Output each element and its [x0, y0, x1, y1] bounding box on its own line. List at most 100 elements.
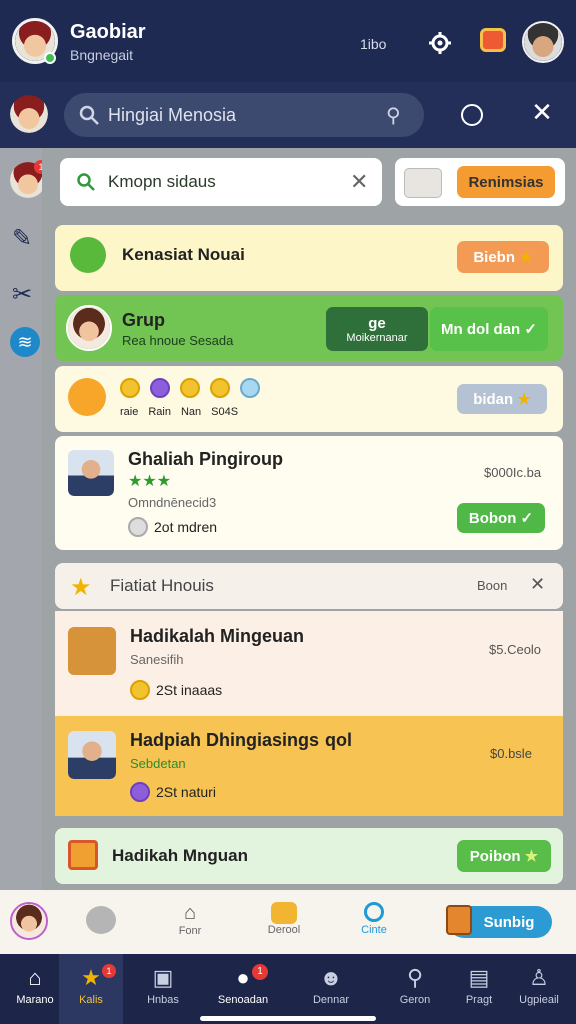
nav-badge: 1 [252, 964, 268, 980]
tools-icon[interactable]: ✂ [12, 280, 32, 309]
emoji-label: Rain [148, 406, 171, 418]
star-icon: ★ [519, 249, 533, 266]
search-avatar[interactable] [10, 95, 48, 133]
emoji-icon[interactable] [120, 378, 140, 398]
search-icon: ⚲ [406, 965, 424, 990]
nav-ugpieail[interactable]: ♙ Ugpieail [507, 954, 571, 1024]
ring-icon [364, 902, 384, 922]
chat-icon [70, 237, 106, 273]
nav-badge: 1 [102, 964, 116, 978]
nav-home[interactable]: ⌂ Marano [3, 954, 67, 1024]
voice-icon[interactable]: ⚲ [386, 103, 401, 128]
rating-stars: ★★★ [128, 473, 172, 490]
coin-icon [130, 680, 150, 700]
gift-sub: Omndnēnecid3 [128, 495, 217, 510]
emoji-label: Nan [180, 406, 202, 418]
toolbar-item-label: Cinte [361, 924, 387, 936]
emoji-icon[interactable] [180, 378, 200, 398]
list-item-image [68, 627, 116, 675]
filter-input[interactable]: Kmopn sidaus ✕ [60, 158, 382, 206]
online-dot [44, 52, 56, 64]
nav-label: Ugpieail [519, 994, 559, 1006]
footer-title: Hadikah Mnguan [112, 846, 249, 865]
section-right[interactable]: Boon [477, 578, 507, 593]
chest-icon [446, 905, 472, 935]
nav-label: Hnbas [147, 994, 179, 1006]
gift-coins: 2ot mdren [128, 517, 217, 537]
app-subtitle: Bngnegait [70, 47, 134, 63]
nav-senoadan[interactable]: ● Senoadan [211, 954, 275, 1024]
chat-bubble-icon[interactable] [86, 906, 116, 934]
section-close-icon[interactable]: ✕ [530, 574, 545, 595]
filter-value: Kmopn sidaus [108, 172, 216, 191]
gift-button[interactable]: Bobon ✓ [457, 503, 545, 533]
gift-price: $000Ic.ba [484, 465, 542, 480]
toolbar-item-label: Derool [267, 924, 301, 936]
clear-icon[interactable]: ✕ [350, 169, 368, 195]
lock-icon: ▤ [468, 965, 490, 990]
toolbar-item[interactable]: Cinte [348, 902, 400, 936]
wifi-icon[interactable]: ≋ [10, 327, 40, 357]
top-card-button[interactable]: Biebn ★ [457, 241, 549, 273]
emoji-icon[interactable] [210, 378, 230, 398]
emoji-icon[interactable] [240, 378, 260, 398]
person-icon: ⌂ [183, 902, 197, 924]
gift-icon[interactable] [480, 28, 506, 52]
toolbar-main-label: Sunbig [483, 913, 535, 931]
mascot-icon [68, 378, 106, 416]
star-icon: ★ [524, 848, 539, 865]
nav-label: Dennar [312, 994, 350, 1006]
profile-avatar[interactable] [522, 21, 564, 63]
nav-label: Pragt [465, 994, 493, 1006]
status-text: 1ibo [360, 36, 387, 52]
emoji-icon[interactable] [150, 378, 170, 398]
gift-button-label: Bobon [468, 509, 517, 527]
gift-avatar[interactable] [68, 450, 114, 496]
nav-kalis[interactable]: ★ Kalis [59, 954, 123, 1024]
coin-icon [130, 782, 150, 802]
group-avatar[interactable] [66, 305, 112, 351]
top-card-button-label: Biebn [473, 248, 516, 266]
list-item-sub: Sanesifih [130, 652, 184, 667]
list-item-coins-text: 2St inaaas [156, 682, 223, 698]
home-icon: ⌂ [28, 965, 42, 990]
shop-icon: ▣ [152, 965, 174, 990]
footer-button[interactable]: Poibon ★ [457, 840, 551, 872]
toolbar-item[interactable]: ⌂ Fonr [164, 902, 216, 937]
gift-title: Ghaliah Pingiroup [128, 449, 284, 469]
nav-pragt[interactable]: ▤ Pragt [447, 954, 511, 1024]
emoji-button[interactable]: bidan ★ [457, 384, 547, 414]
cart-icon[interactable] [404, 168, 442, 198]
emoji-button-label: bidan [473, 390, 514, 408]
group-left-label: Moikernanar [346, 331, 408, 344]
search-icon [79, 105, 99, 125]
action-button[interactable]: Renimsias [457, 166, 555, 198]
toolbar-avatar[interactable] [10, 902, 48, 940]
gear-icon[interactable] [426, 29, 454, 57]
group-right-button[interactable]: Mn dol dan ✓ [430, 307, 548, 351]
clock-icon[interactable] [461, 104, 483, 126]
search-icon [77, 173, 95, 191]
nav-hnbas[interactable]: ▣ Hnbas [131, 954, 195, 1024]
star-icon: ★ [70, 574, 92, 601]
toolbar-item[interactable]: Derool [258, 902, 310, 936]
list-item-price: $0.bsle [490, 746, 532, 761]
close-icon[interactable]: ✕ [530, 97, 554, 127]
group-left-big: ge [368, 314, 386, 332]
nav-label: Senoadan [217, 994, 269, 1006]
nav-label: Geron [399, 994, 431, 1006]
nav-dennar[interactable]: ☻ Dennar [299, 954, 363, 1024]
toolbar-item-label: Fonr [178, 925, 202, 937]
home-indicator [200, 1016, 376, 1021]
emoji-label: S04S [211, 406, 239, 418]
emoji-labels: raie Rain Nan S04S [120, 406, 238, 418]
search-input[interactable]: Hingiai Menosia ⚲ [64, 93, 424, 137]
group-left-button[interactable]: ge Moikernanar [326, 307, 428, 351]
emoji-row [120, 378, 260, 398]
list-item-coins-text: 2St naturi [156, 784, 216, 800]
nav-label: Marano [16, 994, 54, 1006]
nav-geron[interactable]: ⚲ Geron [383, 954, 447, 1024]
wrench-icon[interactable]: ✎ [12, 224, 32, 253]
group-subtitle: Rea hnoue Sesada [122, 333, 234, 348]
list-item-coins: 2St naturi [130, 782, 216, 802]
